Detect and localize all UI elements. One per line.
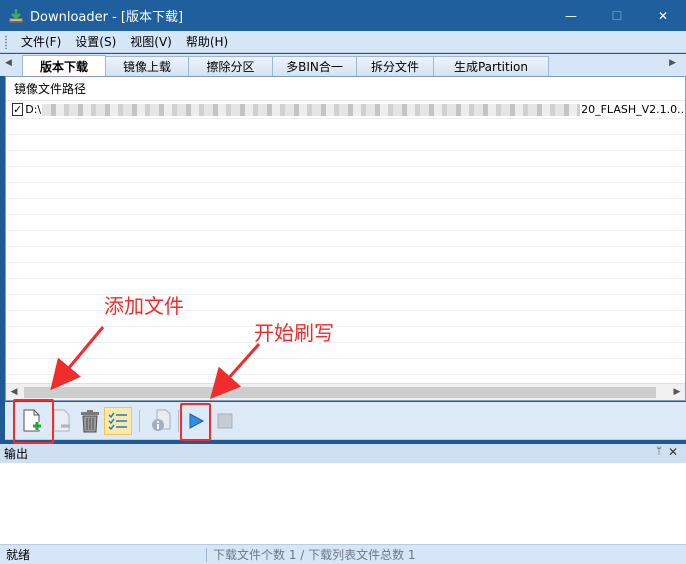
title-bar: Downloader - [版本下载] — ☐ ✕ xyxy=(0,0,686,31)
pin-icon[interactable]: ᛘ xyxy=(656,446,662,457)
annotation-start-flash: 开始刷写 xyxy=(254,321,334,345)
tab-strip: ◀ 版本下载 镜像上载 擦除分区 多BIN合一 拆分文件 生成Partition… xyxy=(0,54,686,76)
empty-row xyxy=(6,167,685,183)
tab-scroll-right-icon[interactable]: ▶ xyxy=(669,58,676,68)
empty-row xyxy=(6,215,685,231)
empty-row xyxy=(6,327,685,343)
file-info-button[interactable] xyxy=(147,407,175,435)
empty-row xyxy=(6,263,685,279)
file-row-checkbox[interactable]: ✓ xyxy=(12,103,24,116)
toolbar xyxy=(5,402,686,440)
file-list-panel: 镜像文件路径 ✓ D:\ 20_FLASH_V2.1.0... ◀ ▶ xyxy=(5,76,686,401)
output-title: 输出 xyxy=(4,447,29,461)
delete-button[interactable] xyxy=(76,407,104,435)
stop-button[interactable] xyxy=(211,407,239,435)
empty-row xyxy=(6,183,685,199)
empty-row xyxy=(6,135,685,151)
menu-file[interactable]: 文件(F) xyxy=(14,33,68,50)
remove-file-icon xyxy=(53,409,70,432)
file-path-end: 20_FLASH_V2.1.0... xyxy=(581,103,685,116)
tab-split-file[interactable]: 拆分文件 xyxy=(356,56,434,76)
tab-erase-partition[interactable]: 擦除分区 xyxy=(188,56,273,76)
empty-row xyxy=(6,247,685,263)
scroll-right-icon[interactable]: ▶ xyxy=(669,385,685,399)
annotation-add-file: 添加文件 xyxy=(104,294,184,318)
highlight-start-flash xyxy=(180,403,211,441)
checklist-button[interactable] xyxy=(104,407,132,435)
minimize-button[interactable]: — xyxy=(548,0,594,31)
output-close-icon[interactable]: ✕ xyxy=(668,445,678,459)
empty-row xyxy=(6,119,685,135)
tab-version-download[interactable]: 版本下载 xyxy=(22,55,106,76)
file-row[interactable]: ✓ D:\ 20_FLASH_V2.1.0... xyxy=(6,101,685,119)
horizontal-scrollbar[interactable]: ◀ ▶ xyxy=(6,383,685,400)
tab-scroll-left-icon[interactable]: ◀ xyxy=(5,58,12,68)
tab-generate-partition[interactable]: 生成Partition xyxy=(433,56,549,76)
menu-bar: 文件(F) 设置(S) 视图(V) 帮助(H) xyxy=(0,31,686,53)
output-panel-body xyxy=(0,463,686,544)
empty-row xyxy=(6,151,685,167)
highlight-add-file xyxy=(13,399,54,444)
menu-view[interactable]: 视图(V) xyxy=(123,33,179,50)
maximize-button[interactable]: ☐ xyxy=(594,0,640,31)
empty-row xyxy=(6,199,685,215)
window-title: Downloader - [版本下载] xyxy=(30,10,184,25)
column-header-image-path[interactable]: 镜像文件路径 xyxy=(6,77,685,101)
empty-row xyxy=(6,359,685,375)
status-file-count: 下载文件个数 1 / 下载列表文件总数 1 xyxy=(213,548,416,562)
menu-settings[interactable]: 设置(S) xyxy=(68,33,123,50)
output-panel-header: 输出 ᛘ ✕ xyxy=(0,444,686,463)
checklist-icon xyxy=(108,412,127,431)
scroll-left-icon[interactable]: ◀ xyxy=(6,385,22,399)
trash-icon xyxy=(81,410,99,433)
status-ready: 就绪 xyxy=(6,548,31,562)
stop-icon xyxy=(217,413,233,429)
empty-row xyxy=(6,343,685,359)
close-button[interactable]: ✕ xyxy=(640,0,686,31)
menu-help[interactable]: 帮助(H) xyxy=(179,33,235,50)
tab-image-upload[interactable]: 镜像上载 xyxy=(105,56,189,76)
empty-row xyxy=(6,231,685,247)
status-bar: 就绪 下载文件个数 1 / 下载列表文件总数 1 xyxy=(0,544,686,564)
app-download-icon xyxy=(8,8,24,24)
redacted-path-segment xyxy=(42,103,581,116)
menu-grip-icon xyxy=(4,34,8,49)
file-path-start: D:\ xyxy=(25,103,42,116)
file-info-icon xyxy=(152,409,171,431)
tab-merge-bin[interactable]: 多BIN合一 xyxy=(272,56,357,76)
file-list: ✓ D:\ 20_FLASH_V2.1.0... xyxy=(6,101,685,385)
scrollbar-thumb[interactable] xyxy=(24,387,656,398)
